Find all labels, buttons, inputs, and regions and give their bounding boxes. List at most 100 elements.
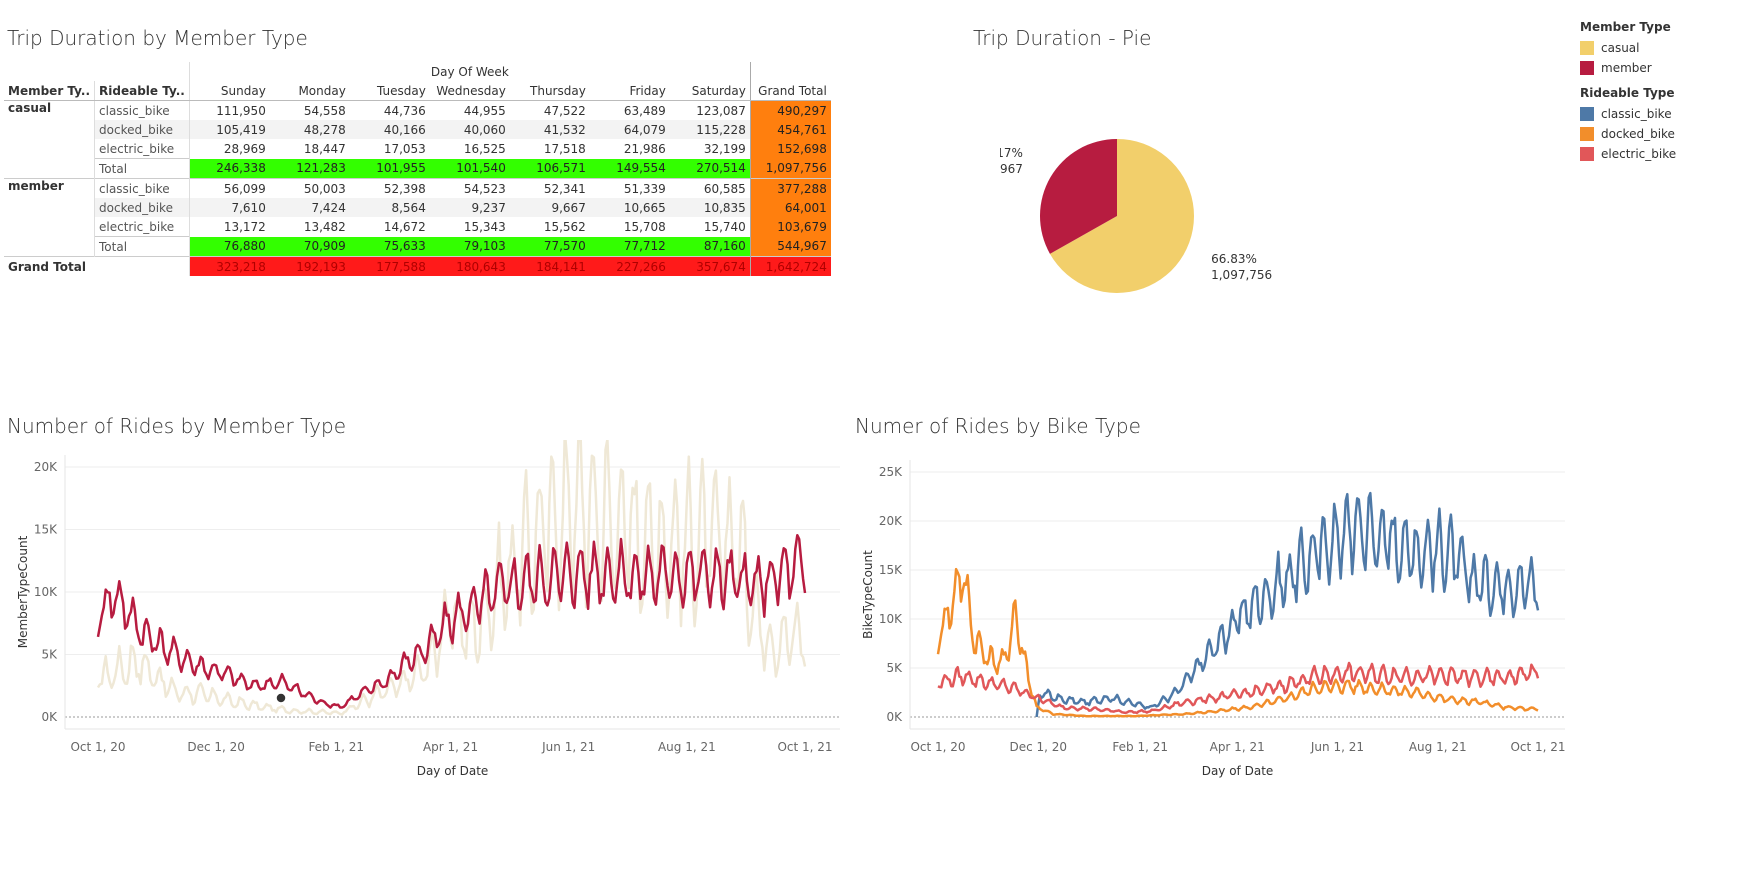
value-cell: 7,424	[269, 198, 350, 217]
row-total-cell: 377,288	[749, 178, 831, 198]
x-tick-label: Apr 1, 21	[1210, 740, 1265, 754]
day-of-week-header: Day Of Week	[188, 62, 751, 81]
legend-member-title: Member Type	[1580, 20, 1671, 34]
y-tick-label: 25K	[879, 465, 903, 479]
value-cell: 16,525	[463, 141, 506, 156]
pie-title: Trip Duration - Pie	[973, 26, 1152, 50]
x-axis-label: Day of Date	[417, 764, 489, 778]
table-title: Trip Duration by Member Type	[7, 26, 308, 50]
value-cell: 32,199	[703, 141, 746, 156]
value-cell: 54,523	[429, 178, 510, 198]
total-value-cell: 87,160	[669, 236, 751, 257]
pie-pct-label-member: 33.17%	[1000, 146, 1023, 160]
value-cell: 40,166	[349, 120, 430, 139]
table-total-row: Total 76,880 70,909 75,633 79,103 77,570 77,71…	[4, 236, 831, 257]
value-cell: 15,708	[623, 219, 666, 234]
day-header: Sunday	[188, 81, 270, 101]
total-value-cell: 77,570	[509, 236, 590, 257]
member-type-cell: member	[4, 178, 95, 198]
y-axis-label: BikeTypeCount	[861, 550, 875, 639]
table-row: docked_bike 105,419 48,278 40,166 40,060 41,5…	[4, 120, 831, 139]
group-total-cell: 544,967	[749, 236, 831, 257]
member-type-cell: casual	[8, 101, 52, 115]
value-cell: 111,950	[188, 100, 270, 120]
legend-swatch	[1580, 41, 1594, 55]
legend-label: electric_bike	[1601, 147, 1677, 161]
total-value-cell: 246,338	[188, 158, 270, 179]
value-cell: 44,955	[463, 103, 506, 118]
value-cell: 21,986	[623, 141, 666, 156]
legend-rideable-title: Rideable Type	[1580, 86, 1675, 100]
value-cell: 44,736	[383, 103, 426, 118]
rideable-type-cell: electric_bike	[94, 139, 190, 159]
total-value-cell: 70,909	[269, 236, 350, 257]
value-cell: 7,610	[188, 198, 270, 217]
value-cell: 48,278	[269, 120, 350, 139]
total-value-cell: 76,880	[188, 236, 270, 257]
x-tick-label: Feb 1, 21	[308, 740, 364, 754]
x-tick-label: Apr 1, 21	[423, 740, 478, 754]
value-cell: 10,835	[669, 198, 751, 217]
member-line-chart: 0K 5K 10K 15K 20K Oct 1, 20 Dec 1, 20 Feb 1, 21…	[16, 440, 840, 778]
value-cell: 41,532	[509, 120, 590, 139]
legend-swatch	[1580, 61, 1594, 75]
x-axis-label: Day of Date	[1202, 764, 1274, 778]
rideable-type-header[interactable]: Rideable Ty..	[94, 81, 190, 101]
value-cell: 13,482	[303, 219, 346, 234]
pie-value-label-member: 544,967	[1000, 162, 1023, 176]
value-cell: 17,053	[383, 141, 426, 156]
series-line-classic_bike[interactable]	[1035, 491, 1540, 718]
total-value-cell: 121,283	[269, 158, 350, 179]
value-cell: 54,558	[303, 103, 346, 118]
member-type-cell	[4, 139, 95, 159]
y-tick-label: 5K	[41, 648, 58, 662]
x-tick-label: Aug 1, 21	[1409, 740, 1467, 754]
value-cell: 60,585	[669, 178, 751, 198]
legend-item-electric-bike[interactable]: electric_bike	[1580, 144, 1676, 164]
y-axis-label: MemberTypeCount	[16, 535, 30, 648]
day-header: Saturday	[669, 81, 751, 101]
legend-swatch	[1580, 127, 1594, 141]
rideable-type-cell: docked_bike	[94, 120, 190, 139]
grand-total-cell: 227,266	[589, 256, 670, 276]
total-value-cell: 101,540	[429, 158, 510, 179]
total-value-cell: 79,103	[429, 236, 510, 257]
value-cell: 52,398	[349, 178, 430, 198]
legend-swatch	[1580, 147, 1594, 161]
grand-total-cell: 357,674	[669, 256, 751, 276]
day-header: Monday	[269, 81, 350, 101]
member-type-cell	[4, 237, 95, 257]
bike-line-chart: 0K 5K 10K 15K 20K 25K Oct 1, 20 Dec 1, 20 Feb 1,…	[861, 460, 1566, 778]
y-tick-label: 15K	[34, 523, 58, 537]
legend-item-member[interactable]: member	[1580, 58, 1676, 78]
legend-item-casual[interactable]: casual	[1580, 38, 1676, 58]
member-type-cell	[4, 159, 95, 179]
legend-item-docked-bike[interactable]: docked_bike	[1580, 124, 1676, 144]
table-row: electric_bike 13,172 13,482 14,672 15,343 15,…	[4, 217, 831, 237]
value-cell: 105,419	[188, 120, 270, 139]
x-tick-label: Jun 1, 21	[541, 740, 595, 754]
y-tick-label: 5K	[886, 661, 903, 675]
y-tick-label: 15K	[879, 563, 903, 577]
member-type-header[interactable]: Member Ty..	[4, 81, 95, 101]
grand-total-label: Grand Total	[4, 256, 190, 276]
x-tick-label: Feb 1, 21	[1112, 740, 1168, 754]
total-label-cell: Total	[94, 158, 190, 179]
member-type-cell	[4, 198, 95, 217]
legend-swatch	[1580, 107, 1594, 121]
legend-label: member	[1601, 61, 1652, 75]
value-cell: 52,341	[509, 178, 590, 198]
legend-label: casual	[1601, 41, 1640, 55]
y-tick-label: 10K	[879, 612, 903, 626]
day-header: Tuesday	[349, 81, 430, 101]
grand-total-row: Grand Total 323,218 192,193 177,588 180,643 1…	[4, 256, 831, 276]
value-cell: 9,667	[509, 198, 590, 217]
day-header: Wednesday	[429, 81, 510, 101]
legend-item-classic-bike[interactable]: classic_bike	[1580, 104, 1676, 124]
member-type-cell	[4, 120, 95, 139]
row-total-cell: 103,679	[749, 217, 831, 237]
rideable-type-cell: classic_bike	[94, 100, 190, 120]
rideable-type-cell: classic_bike	[94, 178, 190, 198]
value-cell: 15,343	[463, 219, 506, 234]
highlight-point[interactable]	[275, 692, 287, 704]
